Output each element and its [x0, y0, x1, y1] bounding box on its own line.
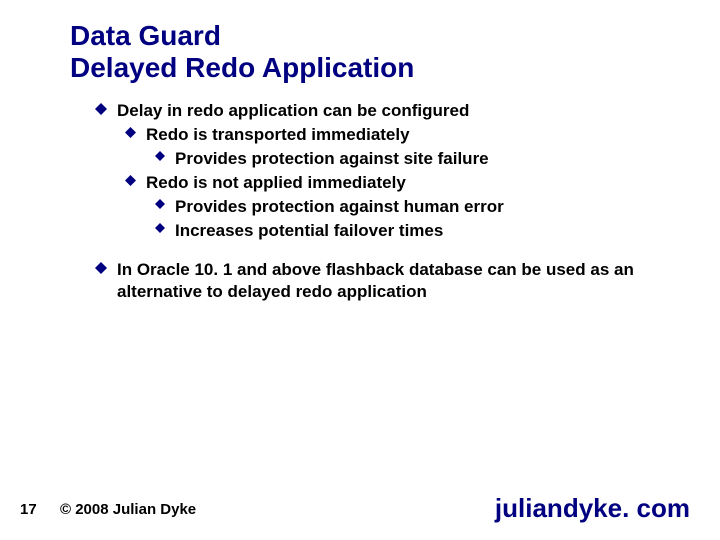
diamond-bullet-icon [155, 199, 165, 209]
bullet-text: Redo is transported immediately [146, 124, 410, 146]
bullet-text: In Oracle 10. 1 and above flashback data… [117, 259, 665, 303]
bullet-l2: Redo is not applied immediately [125, 172, 665, 194]
diamond-bullet-icon [125, 127, 136, 138]
spacer [95, 245, 665, 259]
site-url: juliandyke. com [495, 493, 690, 524]
content-area: Delay in redo application can be configu… [95, 100, 665, 305]
copyright-text: © 2008 Julian Dyke [60, 501, 196, 518]
diamond-bullet-icon [155, 223, 165, 233]
bullet-text: Provides protection against human error [175, 196, 504, 218]
title-line-1: Data Guard [70, 20, 414, 52]
diamond-bullet-icon [155, 151, 165, 161]
title-line-2: Delayed Redo Application [70, 52, 414, 84]
bullet-l2: Redo is transported immediately [125, 124, 665, 146]
slide-title: Data Guard Delayed Redo Application [70, 20, 414, 84]
bullet-text: Delay in redo application can be configu… [117, 100, 469, 122]
bullet-text: Increases potential failover times [175, 220, 443, 242]
bullet-text: Provides protection against site failure [175, 148, 489, 170]
bullet-l3: Increases potential failover times [155, 220, 665, 242]
diamond-bullet-icon [95, 262, 107, 274]
diamond-bullet-icon [125, 175, 136, 186]
bullet-l3: Provides protection against site failure [155, 148, 665, 170]
bullet-l1: In Oracle 10. 1 and above flashback data… [95, 259, 665, 303]
slide: Data Guard Delayed Redo Application Dela… [0, 0, 720, 540]
page-number: 17 [20, 501, 37, 518]
bullet-text: Redo is not applied immediately [146, 172, 406, 194]
diamond-bullet-icon [95, 103, 107, 115]
bullet-l1: Delay in redo application can be configu… [95, 100, 665, 122]
bullet-l3: Provides protection against human error [155, 196, 665, 218]
